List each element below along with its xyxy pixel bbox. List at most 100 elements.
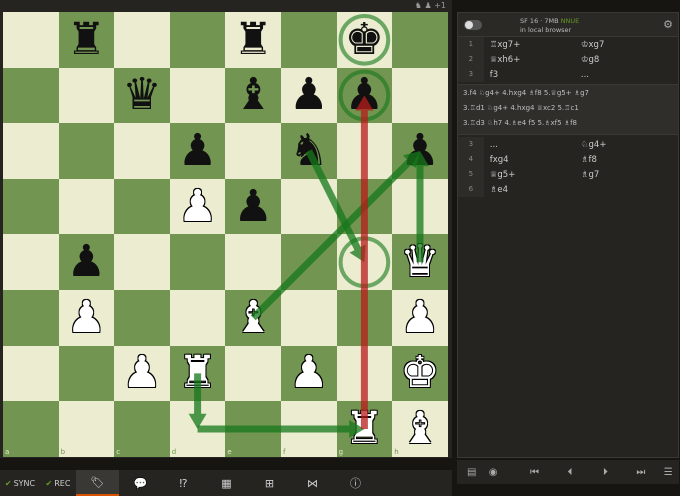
square-g6[interactable] (336, 123, 393, 179)
black-move[interactable]: ♔g8 (581, 55, 678, 65)
grid-icon[interactable]: ⊞ (248, 470, 291, 496)
white-king-piece[interactable]: ♚ (392, 346, 448, 402)
engine-toggle[interactable] (464, 19, 482, 30)
black-pawn-piece[interactable]: ♟ (337, 68, 393, 124)
gear-icon[interactable]: ⚙ (663, 18, 673, 31)
square-g3[interactable] (336, 290, 393, 346)
white-move[interactable]: ... (484, 140, 581, 150)
square-e4[interactable] (225, 234, 281, 290)
square-h5[interactable] (392, 178, 448, 235)
square-a1[interactable] (3, 401, 59, 457)
square-c6[interactable] (114, 123, 170, 179)
square-f1[interactable] (281, 401, 337, 457)
comment-icon[interactable]: 💬 (119, 470, 162, 496)
book-icon[interactable]: ▤ (461, 467, 482, 478)
black-rook-piece[interactable]: ♜ (59, 12, 115, 68)
sync-toggle[interactable]: ✔ SYNC (0, 470, 40, 496)
first-move-button[interactable]: ⏮ (524, 467, 545, 478)
white-queen-piece[interactable]: ♛ (392, 234, 448, 290)
square-c5[interactable] (114, 178, 170, 235)
black-rook-piece[interactable]: ♜ (225, 12, 281, 68)
chart-icon[interactable]: ▦ (205, 470, 248, 496)
white-pawn-piece[interactable]: ♟ (114, 346, 170, 402)
square-h8[interactable] (392, 12, 448, 68)
info-icon[interactable]: ⓘ (334, 470, 377, 496)
square-f4[interactable] (281, 234, 337, 290)
white-rook-piece[interactable]: ♜ (337, 401, 393, 457)
square-d1[interactable] (169, 401, 226, 457)
black-pawn-piece[interactable]: ♟ (59, 234, 115, 290)
black-move[interactable]: ♔xg7 (581, 40, 678, 50)
engine-line[interactable]: 3.♖d3 ♘h7 4.♗e4 f5 5.♗xf5 ♗f8 (458, 117, 678, 132)
rec-toggle[interactable]: ✔ REC (40, 470, 76, 496)
square-g5[interactable] (336, 178, 393, 235)
last-move-button[interactable]: ⏭ (630, 467, 651, 478)
black-queen-piece[interactable]: ♛ (114, 68, 170, 124)
black-move[interactable]: ... (581, 70, 678, 80)
square-d7[interactable] (169, 67, 226, 124)
square-c8[interactable] (114, 12, 170, 68)
square-a4[interactable] (3, 234, 59, 290)
white-bishop-piece[interactable]: ♝ (392, 401, 448, 457)
black-pawn-piece[interactable]: ♟ (225, 179, 281, 235)
square-g4[interactable] (336, 234, 393, 290)
square-b6[interactable] (58, 123, 115, 179)
white-rook-piece[interactable]: ♜ (170, 346, 226, 402)
square-a8[interactable] (3, 12, 59, 68)
square-e1[interactable] (225, 401, 281, 457)
white-bishop-piece[interactable]: ♝ (225, 290, 281, 346)
prev-move-button[interactable]: ⏴ (559, 467, 580, 478)
square-e6[interactable] (225, 123, 281, 179)
black-move[interactable]: ♗g7 (581, 170, 678, 180)
white-move[interactable]: fxg4 (484, 155, 581, 165)
record-icon[interactable]: ◉ (482, 467, 503, 478)
square-c4[interactable] (114, 234, 170, 290)
share-icon[interactable]: ⋈ (291, 470, 334, 496)
tag-icon[interactable]: 🏷 (76, 470, 119, 496)
chess-board[interactable]: a b c d e f g h 8 7 6 5 4 3 2 1 ♜ ♜ ♚ ♛ ♝ ♟ ♟ ♟ ♞ ♟ ♟ ♟ ♟ ♛ ♟ ♝ ♟ ♟ ♜ ♟ ♚ ♜ ♝ (3, 12, 448, 457)
square-a2[interactable] (3, 345, 59, 402)
black-move[interactable]: ♗f8 (581, 155, 678, 165)
square-f8[interactable] (281, 12, 337, 68)
black-pawn-piece[interactable]: ♟ (281, 68, 337, 124)
black-move[interactable]: ♘g4+ (581, 140, 678, 150)
square-b2[interactable] (58, 345, 115, 402)
square-c3[interactable] (114, 290, 170, 346)
white-pawn-piece[interactable]: ♟ (59, 290, 115, 346)
square-d8[interactable] (169, 12, 226, 68)
white-move[interactable]: ♗e4 (484, 185, 581, 195)
black-king-piece[interactable]: ♚ (337, 12, 393, 68)
square-g2[interactable] (336, 345, 393, 402)
square-a3[interactable] (3, 290, 59, 346)
engine-lines: 3.f4 ♘g4+ 4.hxg4 ♗f8 5.♕g5+ ♗g7 3.♖d1 ♘g4… (458, 84, 678, 135)
engine-line[interactable]: 3.f4 ♘g4+ 4.hxg4 ♗f8 5.♕g5+ ♗g7 (458, 87, 678, 102)
square-b5[interactable] (58, 178, 115, 235)
square-a7[interactable] (3, 67, 59, 124)
square-e2[interactable] (225, 345, 281, 402)
square-b7[interactable] (58, 67, 115, 124)
square-f3[interactable] (281, 290, 337, 346)
white-pawn-piece[interactable]: ♟ (392, 290, 448, 346)
square-b1[interactable] (58, 401, 115, 457)
white-pawn-piece[interactable]: ♟ (170, 179, 226, 235)
square-d3[interactable] (169, 290, 226, 346)
black-pawn-piece[interactable]: ♟ (170, 123, 226, 179)
square-f5[interactable] (281, 178, 337, 235)
white-move[interactable]: ♕xh6+ (484, 55, 581, 65)
black-knight-piece[interactable]: ♞ (281, 123, 337, 179)
square-h7[interactable] (392, 67, 448, 124)
annotation-icon[interactable]: ⁉ (162, 470, 205, 496)
white-pawn-piece[interactable]: ♟ (281, 346, 337, 402)
engine-line[interactable]: 3.♖d1 ♘g4+ 4.hxg4 ♕xc2 5.♖c1 (458, 102, 678, 117)
white-move[interactable]: f3 (484, 70, 581, 80)
square-a5[interactable] (3, 178, 59, 235)
black-bishop-piece[interactable]: ♝ (225, 68, 281, 124)
square-d4[interactable] (169, 234, 226, 290)
next-move-button[interactable]: ⏵ (595, 467, 616, 478)
white-move[interactable]: ♕g5+ (484, 170, 581, 180)
black-pawn-piece[interactable]: ♟ (392, 123, 448, 179)
white-move[interactable]: ♖xg7+ (484, 40, 581, 50)
square-a6[interactable] (3, 123, 59, 179)
menu-icon[interactable]: ☰ (658, 467, 679, 478)
square-c1[interactable] (114, 401, 170, 457)
